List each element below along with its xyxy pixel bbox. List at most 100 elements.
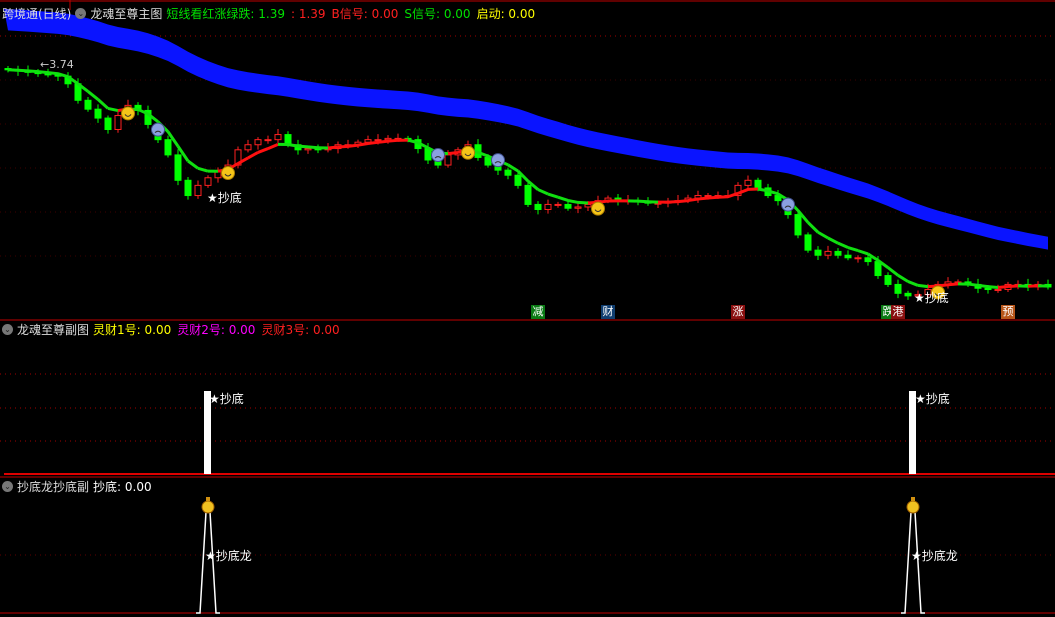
candle-down [804,234,812,251]
short-trend-line [307,145,319,150]
short-trend-line [37,70,49,75]
candle-up [854,257,862,260]
sub2-signal-label: ★抄底龙 [205,549,252,563]
candle-down [844,254,852,259]
signal-tag: 港 [891,305,905,319]
short-trend-line [187,159,199,170]
short-trend-line [557,195,569,202]
bottom-signal-label: ★抄底 [914,291,949,305]
candle-down [504,169,512,176]
short-trend-line [17,68,29,73]
short-trend-line [197,166,209,173]
signal-tag: 涨 [731,305,745,319]
short-trend-line [27,69,39,74]
sub1-fields: 灵财1号: 0.00 灵财2号: 0.00 灵财3号: 0.00 [93,321,346,338]
short-trend-line [367,140,379,145]
candle-up [194,184,202,197]
short-trend-line [847,246,859,253]
security-name: 跨境通(日线) [2,6,72,21]
short-trend-line [806,221,820,234]
candle-up [554,203,562,206]
candle-down [794,214,802,236]
short-trend-line [757,187,769,193]
sub2-indicator-name[interactable]: 抄底龙抄底副 [17,478,89,495]
short-trend-line [887,266,899,277]
indicator-field: B信号: 0.00 [331,6,399,21]
candle-down [864,257,872,263]
collapse-icon[interactable]: ⌄ [2,480,13,492]
short-trend-line [47,71,59,76]
candle-down [884,275,892,285]
short-trend-line [257,147,269,154]
candle-up [264,139,272,142]
indicator-field: 抄底: 0.00 [93,479,152,494]
candle-down [174,154,182,181]
candle-down [94,108,102,119]
indicator-field: : 1.39 [290,6,326,21]
indicator-field: S信号: 0.00 [404,6,471,21]
short-trend-line [96,98,110,110]
indicator-field: 灵财2号: 0.00 [177,322,256,337]
frown-icon [781,197,795,212]
short-trend-line [1027,284,1039,288]
candle-up [374,139,382,142]
candle-up [824,250,832,256]
sub2-signal-label: ★抄底龙 [911,549,958,563]
candle-down [514,174,522,186]
short-trend-line [327,145,339,150]
short-trend-line [357,141,369,147]
main-header: 跨境通(日线) ⌄ 龙魂至尊主图 短线看红涨绿跌: 1.39: 1.39 B信号:… [2,5,541,21]
candle-down [754,179,762,189]
candle-down [834,250,842,256]
short-trend-line [387,138,399,143]
short-trend-line [637,199,649,204]
short-trend-line [447,150,459,156]
indicator-field: 启动: 0.00 [476,6,536,21]
short-trend-line [907,280,919,287]
short-trend-line [817,230,829,240]
candle-up [244,144,252,151]
bottom-signal-label: ★抄底 [207,191,242,205]
candle-down [84,99,92,110]
collapse-icon[interactable]: ⌄ [2,323,13,335]
short-trend-line [707,195,719,200]
smiley-icon [591,201,605,216]
candle-down [104,117,112,130]
short-trend-line [987,285,999,289]
short-trend-line [997,285,1009,289]
candle-up [574,206,582,209]
short-trend-line [897,274,909,283]
short-trend-line [727,191,739,199]
candle-up [584,203,592,208]
indicator-field: 灵财3号: 0.00 [261,322,340,337]
main-indicator-name[interactable]: 龙魂至尊主图 [90,5,162,22]
frown-icon [491,153,505,168]
candle-down [904,292,912,297]
collapse-icon[interactable]: ⌄ [75,7,87,19]
short-trend-line [837,241,849,249]
short-trend-line [677,199,689,204]
short-trend-line [687,197,699,203]
sub1-signal-label: ★抄底 [915,392,950,406]
short-trend-line [247,151,259,160]
short-trend-line [577,200,589,205]
candle-up [254,139,262,146]
short-trend-line [717,195,729,199]
short-trend-line [297,144,309,149]
candle-down [164,139,172,156]
smiley-icon [461,145,475,160]
money-bag-icon [906,500,920,514]
short-trend-line [947,282,959,287]
candle-down [984,287,992,291]
candle-down [564,203,572,209]
smiley-icon [121,106,135,121]
candle-up [994,289,1002,292]
money-bag-knot [206,497,210,501]
high-price-value: 3.74 [49,58,74,71]
short-trend-line [107,106,119,113]
sub1-indicator-name[interactable]: 龙魂至尊副图 [17,321,89,338]
signal-tag: 预 [1001,305,1015,319]
short-trend-line [977,283,989,289]
short-trend-line [697,196,709,201]
money-bag-icon [201,500,215,514]
